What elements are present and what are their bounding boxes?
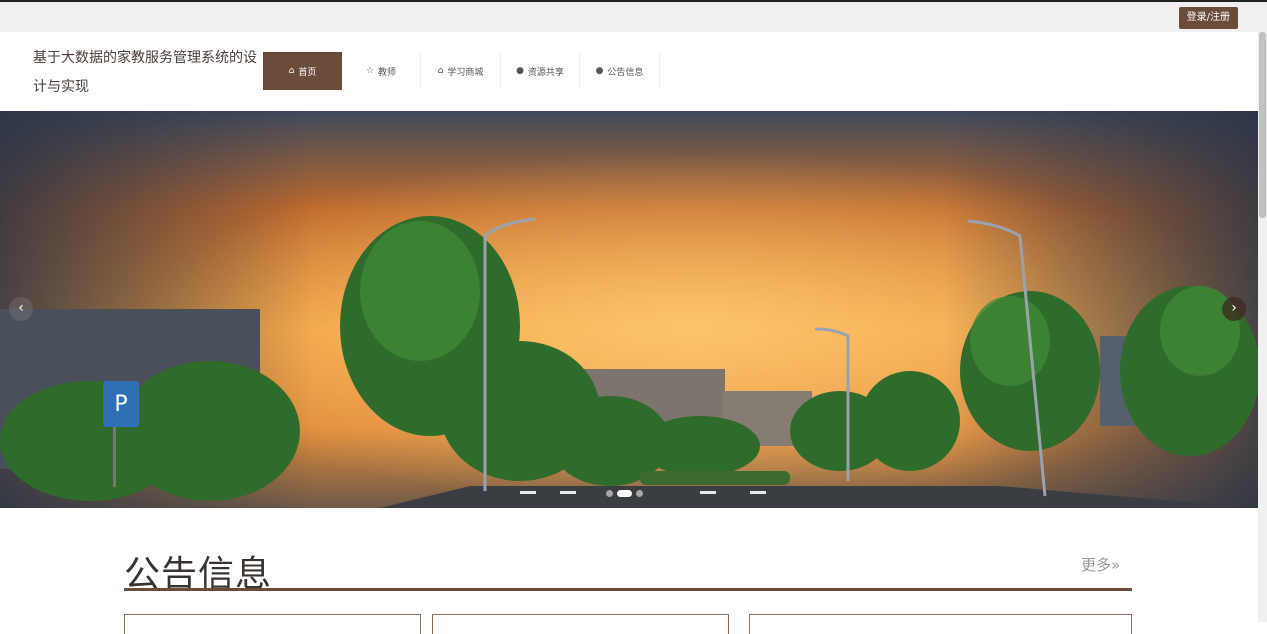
carousel-dot-2[interactable] bbox=[617, 490, 632, 497]
carousel-prev-button[interactable]: ‹ bbox=[9, 297, 33, 321]
nav-item-label: 首页 bbox=[298, 67, 317, 78]
carousel-indicators bbox=[606, 490, 643, 497]
main-nav: ⌂ 首页 ☆ 教师 ⌂ 学习商城 ● 资源共享 ● 公告信息 bbox=[263, 52, 660, 90]
site-header: 基于大数据的家教服务管理系统的设计与实现 ⌂ 首页 ☆ 教师 ⌂ 学习商城 ● … bbox=[0, 32, 1258, 110]
info-circle-icon: ● bbox=[516, 66, 524, 76]
nav-item-teacher[interactable]: ☆ 教师 bbox=[342, 52, 421, 90]
notice-more-link[interactable]: 更多» bbox=[1081, 554, 1120, 575]
carousel-next-button[interactable]: › bbox=[1222, 297, 1246, 321]
nav-item-shop[interactable]: ⌂ 学习商城 bbox=[421, 52, 501, 90]
home-icon: ⌂ bbox=[288, 66, 295, 76]
notice-card[interactable] bbox=[124, 614, 421, 634]
page-scrollbar[interactable] bbox=[1258, 32, 1267, 622]
star-icon: ☆ bbox=[365, 66, 375, 76]
question-circle-icon: ● bbox=[595, 66, 604, 76]
site-title: 基于大数据的家教服务管理系统的设计与实现 bbox=[33, 50, 257, 95]
nav-item-home[interactable]: ⌂ 首页 bbox=[263, 52, 342, 90]
nav-item-label: 学习商城 bbox=[447, 67, 484, 78]
top-bar: 登录/注册 bbox=[0, 0, 1267, 32]
nav-item-label: 公告信息 bbox=[607, 67, 644, 78]
login-register-button[interactable]: 登录/注册 bbox=[1178, 7, 1238, 29]
nav-item-notices[interactable]: ● 公告信息 bbox=[580, 52, 660, 90]
carousel-dot-3[interactable] bbox=[636, 490, 643, 497]
shop-icon: ⌂ bbox=[437, 66, 444, 76]
notice-card[interactable] bbox=[432, 614, 729, 634]
nav-item-label: 资源共享 bbox=[527, 67, 564, 78]
svg-text:P: P bbox=[114, 392, 127, 417]
nav-item-resources[interactable]: ● 资源共享 bbox=[501, 52, 580, 90]
banner-carousel: P ‹ › bbox=[0, 111, 1258, 508]
carousel-dot-1[interactable] bbox=[606, 490, 613, 497]
scrollbar-thumb[interactable] bbox=[1259, 32, 1266, 218]
nav-item-label: 教师 bbox=[378, 67, 397, 78]
notice-card[interactable] bbox=[749, 614, 1132, 634]
section-divider bbox=[124, 588, 1132, 591]
banner-image: P bbox=[0, 111, 1258, 508]
